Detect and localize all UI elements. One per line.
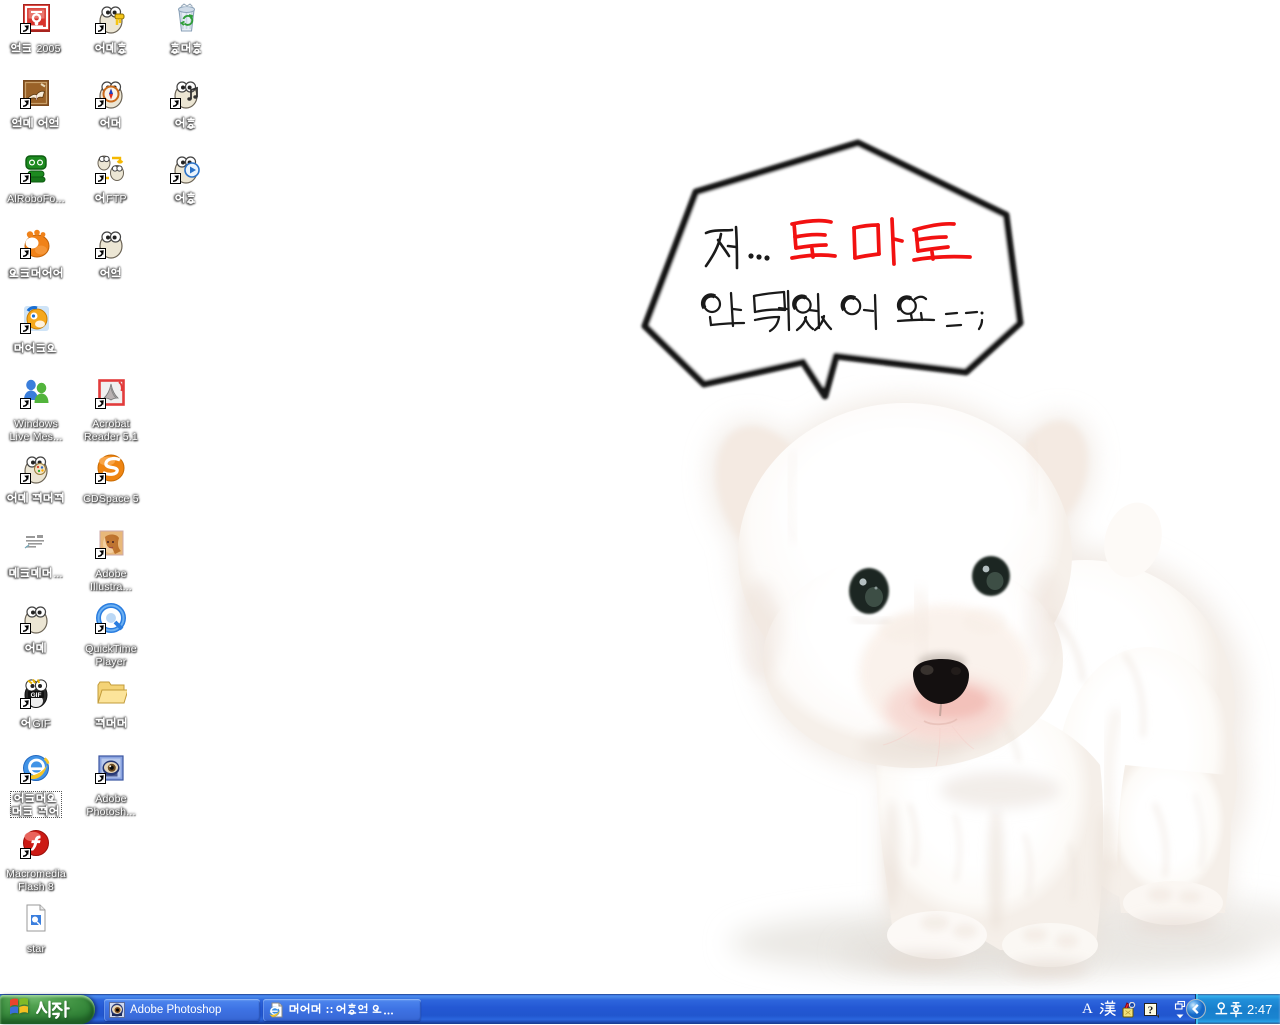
svg-text:GIF: GIF (31, 692, 42, 699)
svg-text:?: ? (1148, 1004, 1154, 1016)
